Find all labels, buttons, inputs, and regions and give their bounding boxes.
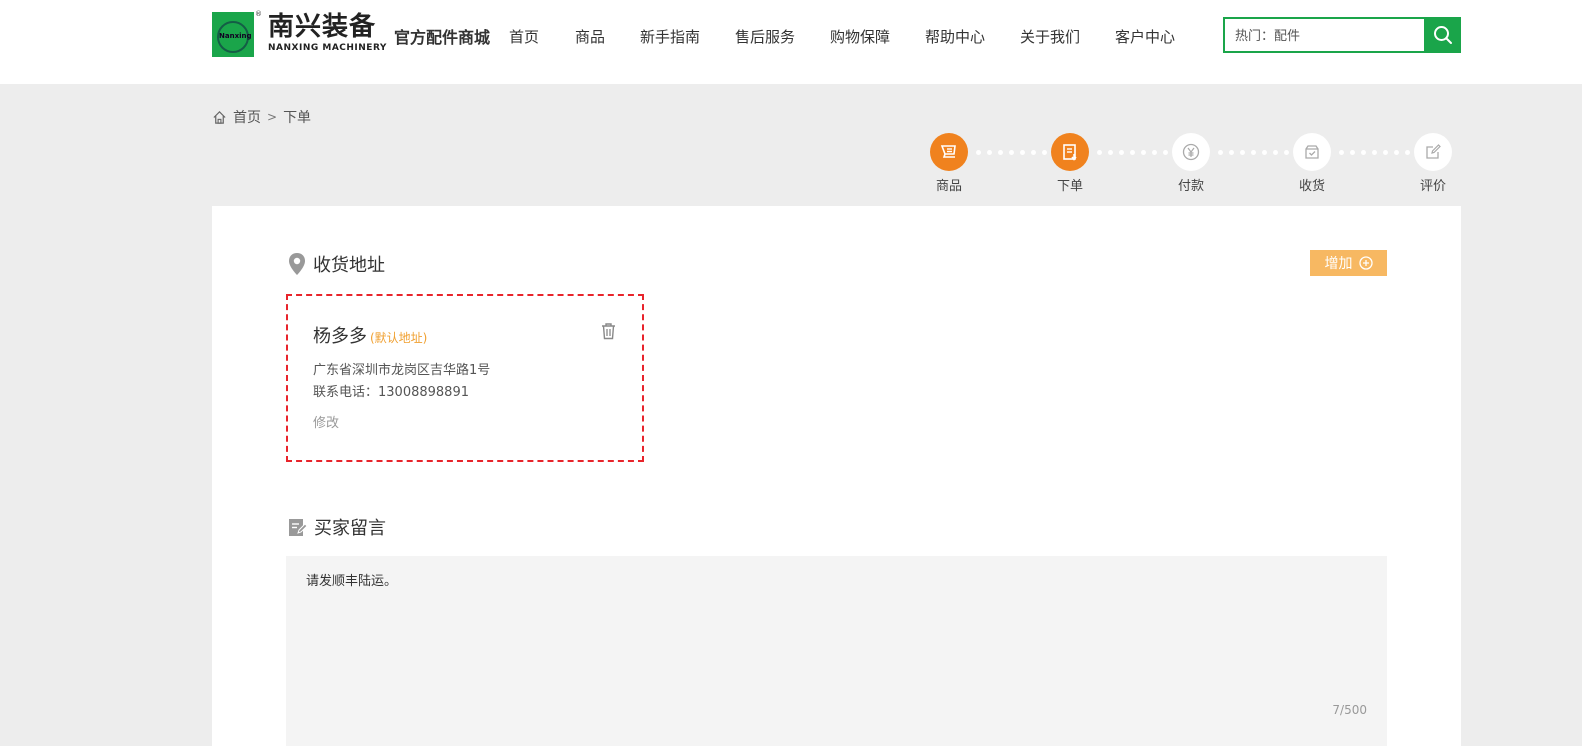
nav-item-guarantee[interactable]: 购物保障 [830,26,890,47]
cart-icon [940,145,956,158]
logo-text: 南兴装备 NANXING MACHINERY [268,12,387,54]
address-line: 广东省深圳市龙岗区吉华路1号 [313,363,491,378]
breadcrumb-home[interactable]: 首页 [233,107,261,127]
message-char-count: 7/500 [1332,703,1367,717]
step-order-label: 下单 [1056,179,1083,194]
address-section-label: 收货地址 [313,255,385,276]
step-goods: 商品 [919,133,979,194]
step-connector-2 [1097,150,1168,155]
step-review-label: 评价 [1419,179,1446,194]
buyer-message-input[interactable]: 请发顺丰陆运。 [286,556,1387,746]
nav-item-about[interactable]: 关于我们 [1020,26,1080,47]
default-address-tag: (默认地址) [370,331,428,345]
recipient-name: 杨多多 [313,326,367,347]
step-receive-label: 收货 [1298,179,1325,194]
nav-item-help[interactable]: 帮助中心 [925,26,985,47]
mall-title: 官方配件商城 [394,28,491,47]
registered-mark: ® [255,10,262,18]
order-card: 收货地址 增加 杨多多 (默认地址) 广东省深圳市龙岗区吉华路1号 联系电话：13… [212,206,1461,746]
brand-name-en: NANXING MACHINERY [268,43,387,53]
nav-item-products[interactable]: 商品 [575,26,605,47]
address-phone: 联系电话：13008898891 [313,381,469,400]
breadcrumb-separator: > [267,110,278,124]
delete-address-button[interactable] [600,322,617,344]
phone-number: 13008898891 [378,385,469,400]
step-pay: 付款 [1161,133,1221,194]
address-recipient: 杨多多 (默认地址) [313,322,427,348]
step-order-circle [1051,133,1089,171]
message-section-label: 买家留言 [314,518,386,539]
note-icon [289,518,308,536]
address-card[interactable]: 杨多多 (默认地址) 广东省深圳市龙岗区吉华路1号 联系电话：1300889889… [286,294,644,462]
address-section-title: 收货地址 [287,251,385,277]
nav-item-home[interactable]: 首页 [509,26,539,47]
step-review-circle [1414,133,1452,171]
brand-name-cn: 南兴装备 [268,12,377,42]
header: Nanxing ® 南兴装备 NANXING MACHINERY 官方配件商城 … [0,0,1582,84]
step-receive: 收货 [1282,133,1342,194]
nav-item-aftersales[interactable]: 售后服务 [735,26,795,47]
add-address-button[interactable]: 增加 [1310,250,1387,276]
step-connector-4 [1339,150,1410,155]
nav-item-guide[interactable]: 新手指南 [640,26,700,47]
step-pay-circle [1172,133,1210,171]
plus-circle-icon [1358,256,1373,270]
home-icon [213,110,226,124]
add-address-label: 增加 [1324,256,1353,272]
order-icon [1063,144,1077,161]
yen-icon [1182,143,1200,161]
breadcrumb-current: 下单 [283,110,312,126]
location-pin-icon [289,253,305,275]
step-connector-3 [1218,150,1289,155]
message-section-title: 买家留言 [287,514,386,540]
edit-icon [1426,144,1441,159]
step-goods-label: 商品 [935,179,962,194]
trash-icon [602,323,615,340]
search-input[interactable] [1225,19,1424,51]
search-button[interactable] [1424,17,1461,53]
step-review: 评价 [1403,133,1463,194]
step-connector-1 [976,150,1047,155]
nav-item-customer[interactable]: 客户中心 [1115,26,1175,47]
edit-address-link[interactable]: 修改 [313,412,339,431]
step-goods-circle [930,133,968,171]
buyer-message-box: 请发顺丰陆运。 7/500 [286,556,1387,746]
step-pay-label: 付款 [1177,179,1204,194]
search-icon [1433,26,1452,44]
step-order: 下单 [1040,133,1100,194]
phone-label: 联系电话： [313,385,379,400]
brand-logo[interactable]: Nanxing ® 南兴装备 NANXING MACHINERY [212,10,387,57]
breadcrumb: 首页 > 下单 [212,107,311,127]
step-receive-circle [1293,133,1331,171]
search-box [1223,17,1461,53]
logo-mark-icon: Nanxing [212,12,254,57]
box-icon [1305,145,1319,159]
